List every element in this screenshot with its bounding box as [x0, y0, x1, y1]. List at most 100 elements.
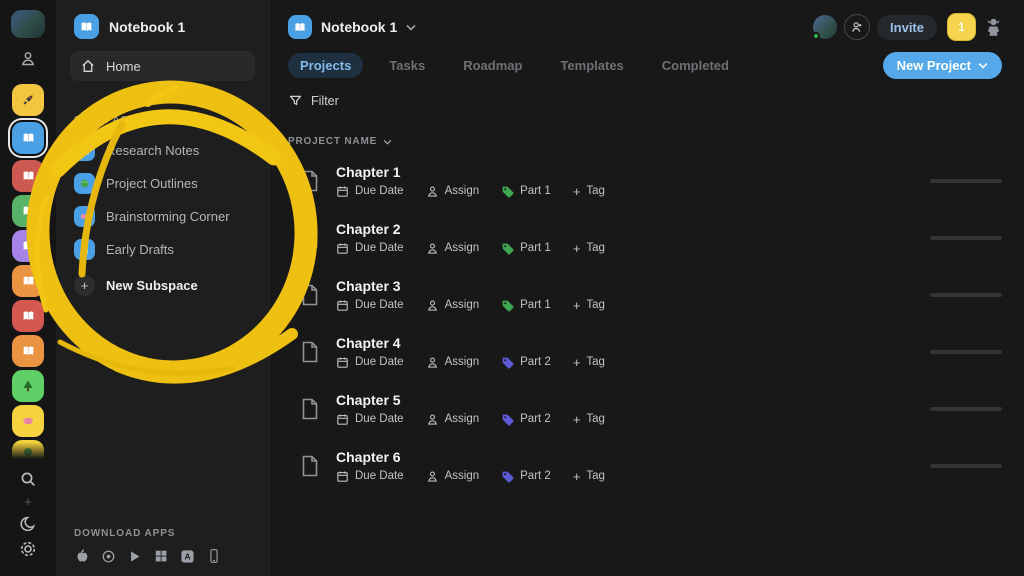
notebook-rocket-icon[interactable]	[12, 84, 44, 116]
search-icon[interactable]	[13, 467, 43, 492]
notebook-red-icon[interactable]	[12, 160, 44, 192]
notebook-tree-icon[interactable]	[12, 370, 44, 402]
due-date-button[interactable]: Due Date	[336, 299, 404, 312]
new-project-button[interactable]: New Project	[883, 52, 1002, 79]
project-list: Chapter 1 Due Date Assign	[288, 159, 1002, 501]
tab-roadmap[interactable]: Roadmap	[451, 53, 534, 78]
document-icon	[300, 397, 320, 421]
due-date-button[interactable]: Due Date	[336, 185, 404, 198]
part-tag[interactable]: Part 2	[501, 470, 551, 483]
due-date-button[interactable]: Due Date	[336, 413, 404, 426]
notebook-active-icon[interactable]	[12, 122, 44, 154]
apple-icon[interactable]	[74, 548, 89, 564]
project-title[interactable]: Chapter 3	[336, 278, 605, 294]
assign-button[interactable]: Assign	[426, 413, 480, 426]
invite-button[interactable]: Invite	[877, 15, 937, 40]
notebook-partial-icon[interactable]	[12, 440, 44, 460]
project-title[interactable]: Chapter 1	[336, 164, 605, 180]
sidebar-item-home[interactable]: Home	[70, 51, 255, 81]
assign-label: Assign	[445, 470, 480, 482]
main-header: Notebook 1 Invite 1	[288, 13, 1002, 41]
part-tag[interactable]: Part 1	[501, 185, 551, 198]
project-row[interactable]: Chapter 3 Due Date Assign	[288, 273, 1002, 317]
project-title[interactable]: Chapter 5	[336, 392, 605, 408]
add-notebook-icon[interactable]: +	[24, 494, 32, 508]
project-row[interactable]: Chapter 6 Due Date Assign	[288, 444, 1002, 488]
project-name-column-header[interactable]: PROJECT NAME	[288, 136, 1002, 147]
google-play-icon[interactable]	[128, 549, 142, 564]
icon-rail: +	[0, 0, 56, 576]
calendar-icon	[336, 242, 349, 255]
notebook-orange-icon[interactable]	[12, 265, 44, 297]
add-tag-button[interactable]: + Tag	[573, 184, 605, 199]
assign-button[interactable]: Assign	[426, 299, 480, 312]
due-date-button[interactable]: Due Date	[336, 242, 404, 255]
add-tag-button[interactable]: + Tag	[573, 241, 605, 256]
new-subspace-button[interactable]: + New Subspace	[70, 270, 255, 301]
sidebar-item-research-notes[interactable]: Research Notes	[70, 136, 255, 165]
sidebar-item-brainstorming-corner[interactable]: Brainstorming Corner	[70, 202, 255, 231]
subspaces-section-label: SUBSPACES	[74, 115, 255, 126]
mobile-phone-icon[interactable]	[207, 548, 221, 564]
workspace-name: Notebook 1	[109, 19, 185, 35]
mascot-avatar[interactable]	[985, 17, 1002, 37]
android-icon[interactable]	[101, 549, 116, 564]
settings-gear-icon[interactable]	[13, 537, 43, 562]
tab-projects[interactable]: Projects	[288, 53, 363, 78]
subspace-label: Research Notes	[106, 143, 199, 158]
notebook-rose-icon[interactable]	[12, 300, 44, 332]
due-date-label: Due Date	[355, 299, 404, 311]
project-title[interactable]: Chapter 2	[336, 221, 605, 237]
dark-mode-moon-icon[interactable]	[13, 512, 43, 537]
project-row[interactable]: Chapter 2 Due Date Assign	[288, 216, 1002, 260]
filter-button[interactable]: Filter	[288, 93, 358, 108]
workspace-header[interactable]: Notebook 1	[70, 14, 255, 39]
notebook-title-dropdown[interactable]: Notebook 1	[288, 15, 416, 39]
globe-icon	[74, 173, 95, 194]
assign-button[interactable]: Assign	[426, 242, 480, 255]
progress-bar	[930, 464, 1002, 468]
add-member-button[interactable]	[844, 14, 870, 40]
user-avatar[interactable]	[11, 10, 45, 38]
add-tag-button[interactable]: + Tag	[573, 298, 605, 313]
project-row[interactable]: Chapter 4 Due Date Assign	[288, 330, 1002, 374]
progress-bar	[930, 350, 1002, 354]
app-store-icon[interactable]: A	[180, 549, 195, 564]
sidebar-item-early-drafts[interactable]: Early Drafts	[70, 235, 255, 264]
notebook-brain-icon[interactable]	[12, 405, 44, 437]
filter-label: Filter	[311, 94, 339, 108]
assign-button[interactable]: Assign	[426, 185, 480, 198]
add-tag-button[interactable]: + Tag	[573, 355, 605, 370]
part-tag[interactable]: Part 1	[501, 299, 551, 312]
notebook-orange-2-icon[interactable]	[12, 335, 44, 367]
project-title[interactable]: Chapter 4	[336, 335, 605, 351]
part-tag[interactable]: Part 2	[501, 413, 551, 426]
add-tag-button[interactable]: + Tag	[573, 469, 605, 484]
sidebar-item-project-outlines[interactable]: Project Outlines	[70, 169, 255, 198]
tab-tasks[interactable]: Tasks	[377, 53, 437, 78]
person-icon	[426, 299, 439, 312]
part-tag[interactable]: Part 2	[501, 356, 551, 369]
assign-button[interactable]: Assign	[426, 470, 480, 483]
due-date-button[interactable]: Due Date	[336, 356, 404, 369]
person-icon	[19, 50, 37, 73]
part-tag[interactable]: Part 1	[501, 242, 551, 255]
add-tag-button[interactable]: + Tag	[573, 412, 605, 427]
assign-button[interactable]: Assign	[426, 356, 480, 369]
project-title[interactable]: Chapter 6	[336, 449, 605, 465]
tab-completed[interactable]: Completed	[650, 53, 741, 78]
project-row[interactable]: Chapter 1 Due Date Assign	[288, 159, 1002, 203]
notebook-green-icon[interactable]	[12, 195, 44, 227]
notification-badge[interactable]: 1	[947, 13, 976, 41]
tab-templates[interactable]: Templates	[548, 53, 635, 78]
notebook-icon	[288, 15, 312, 39]
microsoft-icon[interactable]	[154, 549, 168, 563]
document-icon	[300, 340, 320, 364]
project-row[interactable]: Chapter 5 Due Date Assign	[288, 387, 1002, 431]
notebook-purple-icon[interactable]	[12, 230, 44, 262]
due-date-button[interactable]: Due Date	[336, 470, 404, 483]
profile-button[interactable]	[13, 48, 43, 73]
due-date-label: Due Date	[355, 413, 404, 425]
plus-icon: +	[74, 275, 95, 296]
member-avatar[interactable]	[813, 15, 837, 39]
